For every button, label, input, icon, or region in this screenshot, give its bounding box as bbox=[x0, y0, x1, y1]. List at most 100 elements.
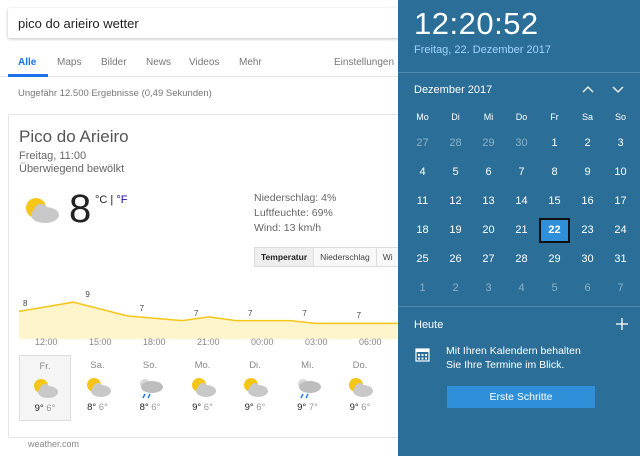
plus-icon[interactable] bbox=[614, 316, 630, 332]
tab-maps[interactable]: Maps bbox=[57, 57, 81, 68]
calendar-day[interactable]: 12 bbox=[440, 189, 471, 214]
calendar-day[interactable]: 30 bbox=[506, 131, 537, 156]
forecast-day-name: So. bbox=[142, 360, 158, 371]
calendar-day[interactable]: 7 bbox=[506, 160, 537, 185]
hour-label: 03:00 bbox=[305, 337, 328, 347]
active-tab-indicator bbox=[8, 74, 48, 77]
calendar-day[interactable]: 2 bbox=[440, 276, 471, 301]
forecast-day-name: Mo. bbox=[194, 360, 211, 371]
calendar-day[interactable]: 14 bbox=[506, 189, 537, 214]
calendar-day[interactable]: 4 bbox=[506, 276, 537, 301]
weekday-label: So bbox=[614, 112, 626, 122]
forecast-day[interactable]: Mi. 9° 7° bbox=[282, 355, 334, 421]
calendar-day[interactable]: 11 bbox=[407, 189, 438, 214]
calendar-day[interactable]: 18 bbox=[407, 218, 438, 243]
tab-news[interactable]: News bbox=[146, 57, 171, 68]
weekday-label: Mo bbox=[416, 112, 429, 122]
calendar-day[interactable]: 1 bbox=[407, 276, 438, 301]
agenda-line: Mit Ihren Kalendern behalten bbox=[446, 345, 581, 357]
calendar-day[interactable]: 3 bbox=[605, 131, 636, 156]
calendar-day[interactable]: 25 bbox=[407, 247, 438, 272]
tab-alle[interactable]: Alle bbox=[18, 57, 36, 68]
precipitation-detail: Niederschlag: 4% bbox=[254, 192, 337, 204]
full-date-link[interactable]: Freitag, 22. Dezember 2017 bbox=[414, 44, 551, 56]
forecast-day[interactable]: Sa. 8° 6° bbox=[72, 355, 124, 421]
forecast-low: 6° bbox=[253, 402, 266, 413]
calendar-day[interactable]: 6 bbox=[473, 160, 504, 185]
calendar-day[interactable]: 16 bbox=[572, 189, 603, 214]
calendar-day[interactable]: 6 bbox=[572, 276, 603, 301]
tab-mehr[interactable]: Mehr bbox=[239, 57, 262, 68]
calendar-day[interactable]: 15 bbox=[539, 189, 570, 214]
calendar-day[interactable]: 7 bbox=[605, 276, 636, 301]
calendar-day[interactable]: 19 bbox=[440, 218, 471, 243]
forecast-day[interactable]: So. 8° 6° bbox=[124, 355, 176, 421]
calendar-day[interactable]: 10 bbox=[605, 160, 636, 185]
calendar-day[interactable]: 29 bbox=[539, 247, 570, 272]
tab-temperature[interactable]: Temperatur bbox=[254, 247, 315, 267]
chart-tabs: Temperatur Niederschlag Wi bbox=[254, 247, 400, 267]
calendar-day[interactable]: 21 bbox=[506, 218, 537, 243]
agenda-line: Sie Ihre Termine im Blick. bbox=[446, 359, 565, 371]
chevron-up-icon[interactable] bbox=[579, 80, 597, 98]
tab-videos[interactable]: Videos bbox=[189, 57, 219, 68]
calendar-day[interactable]: 23 bbox=[572, 218, 603, 243]
hour-label: 00:00 bbox=[251, 337, 274, 347]
divider bbox=[398, 72, 640, 73]
search-box[interactable] bbox=[8, 8, 408, 38]
calendar-day[interactable]: 3 bbox=[473, 276, 504, 301]
forecast-high: 9° bbox=[244, 402, 254, 413]
forecast-day[interactable]: Fr. 9° 6° bbox=[19, 355, 71, 421]
forecast-day[interactable]: Mo. 9° 6° bbox=[177, 355, 229, 421]
forecast-day[interactable]: Di. 9° 6° bbox=[229, 355, 281, 421]
forecast-temps: 9° 7° bbox=[282, 402, 334, 413]
partly-cloudy-icon bbox=[86, 378, 111, 397]
tab-bilder[interactable]: Bilder bbox=[101, 57, 127, 68]
calendar-day[interactable]: 27 bbox=[473, 247, 504, 272]
forecast-day-name: Do. bbox=[352, 360, 368, 371]
forecast-high: 9° bbox=[349, 402, 359, 413]
chevron-down-icon[interactable] bbox=[609, 80, 627, 98]
partly-cloudy-icon bbox=[349, 378, 373, 397]
unit-celsius[interactable]: °C bbox=[95, 194, 107, 206]
calendar-day[interactable]: 26 bbox=[440, 247, 471, 272]
calendar-day[interactable]: 17 bbox=[605, 189, 636, 214]
current-temperature: 8 bbox=[69, 187, 92, 231]
calendar-day[interactable]: 13 bbox=[473, 189, 504, 214]
calendar-day[interactable]: 2 bbox=[572, 131, 603, 156]
unit-fahrenheit[interactable]: °F bbox=[116, 194, 127, 206]
forecast-high: 9° bbox=[192, 402, 202, 413]
weather-details: Niederschlag: 4% Luftfeuchte: 69% Wind: … bbox=[254, 191, 336, 236]
weekday-label: Mi bbox=[483, 112, 494, 122]
calendar-day[interactable]: 20 bbox=[473, 218, 504, 243]
calendar-day[interactable]: 5 bbox=[539, 276, 570, 301]
calendar-day[interactable]: 30 bbox=[572, 247, 603, 272]
divider bbox=[398, 306, 640, 307]
calendar-day[interactable]: 27 bbox=[407, 131, 438, 156]
hour-label: 06:00 bbox=[359, 337, 382, 347]
tab-wind[interactable]: Wi bbox=[375, 247, 400, 267]
weather-source-link[interactable]: weather.com bbox=[28, 439, 79, 449]
calendar-day[interactable]: 9 bbox=[572, 160, 603, 185]
forecast-temps: 8° 6° bbox=[124, 402, 176, 413]
calendar-day[interactable]: 4 bbox=[407, 160, 438, 185]
temperature-value-label: 7 bbox=[194, 308, 199, 318]
calendar-day[interactable]: 28 bbox=[440, 131, 471, 156]
calendar-day[interactable]: 8 bbox=[539, 160, 570, 185]
forecast-day[interactable]: Do. 9° 6° bbox=[334, 355, 386, 421]
calendar-day[interactable]: 29 bbox=[473, 131, 504, 156]
month-label[interactable]: Dezember 2017 bbox=[414, 84, 492, 96]
calendar-day[interactable]: 1 bbox=[539, 131, 570, 156]
settings-link[interactable]: Einstellungen bbox=[334, 57, 394, 68]
tab-precipitation[interactable]: Niederschlag bbox=[313, 247, 377, 267]
calendar-day[interactable]: 24 bbox=[605, 218, 636, 243]
humidity-detail: Luftfeuchte: 69% bbox=[254, 207, 333, 219]
calendar-day[interactable]: 31 bbox=[605, 247, 636, 272]
search-input[interactable] bbox=[8, 8, 408, 38]
get-started-button[interactable]: Erste Schritte bbox=[447, 386, 595, 408]
forecast-temps: 9° 6° bbox=[177, 402, 229, 413]
calendar-day[interactable]: 5 bbox=[440, 160, 471, 185]
calendar-day-today[interactable]: 22 bbox=[539, 218, 570, 243]
clock-time: 12:20:52 bbox=[414, 6, 539, 41]
calendar-day[interactable]: 28 bbox=[506, 247, 537, 272]
